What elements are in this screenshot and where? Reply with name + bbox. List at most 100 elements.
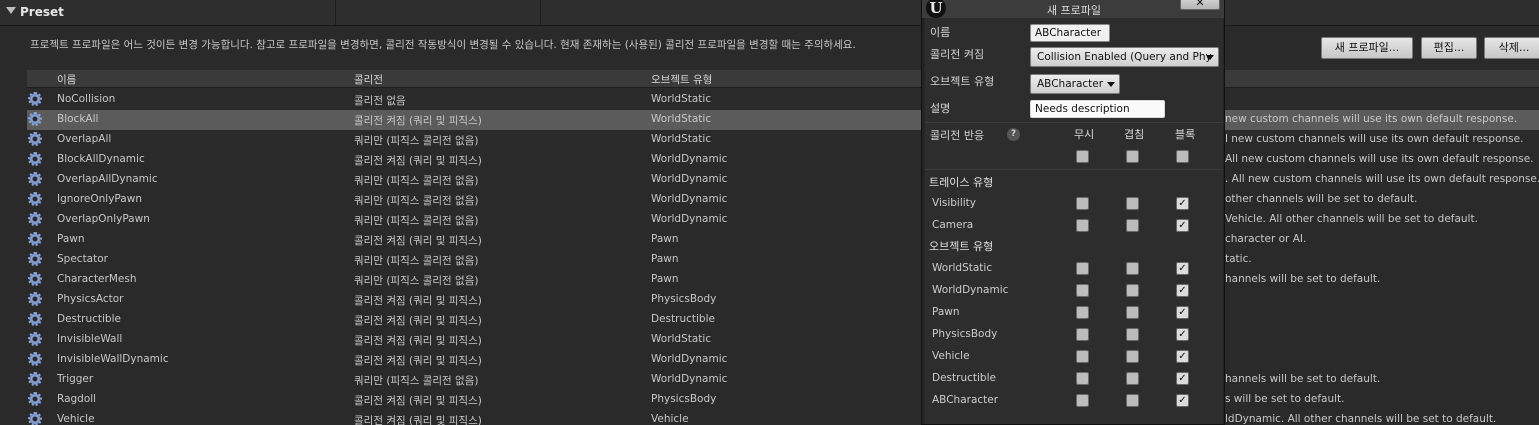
overlap-checkbox[interactable] bbox=[1126, 262, 1139, 275]
column-header-name[interactable]: 이름 bbox=[57, 72, 76, 87]
row-object-type: Destructible bbox=[651, 313, 715, 325]
block-checkbox[interactable]: ✓ bbox=[1176, 306, 1189, 319]
object-channel-label: Destructible bbox=[932, 372, 996, 384]
row-name: OverlapAllDynamic bbox=[57, 173, 158, 185]
overlap-checkbox[interactable] bbox=[1126, 328, 1139, 341]
description-field[interactable]: Needs description bbox=[1030, 100, 1165, 118]
master-response-checkbox[interactable] bbox=[1126, 150, 1139, 163]
row-collision: 콜리전 켜짐 (쿼리 및 피직스) bbox=[354, 115, 482, 127]
master-response-checkbox[interactable] bbox=[1176, 150, 1189, 163]
ignore-checkbox[interactable] bbox=[1076, 262, 1089, 275]
row-name: BlockAll bbox=[57, 113, 99, 125]
overlap-checkbox[interactable] bbox=[1126, 284, 1139, 297]
table-row[interactable]: Ragdoll 콜리전 켜짐 (쿼리 및 피직스) PhysicsBody s wil… bbox=[27, 390, 1539, 410]
table-row[interactable]: Spectator 쿼리만 (피직스 콜리전 없음) Pawn tatic. bbox=[27, 250, 1539, 270]
gear-icon bbox=[28, 92, 42, 106]
ignore-checkbox[interactable] bbox=[1076, 306, 1089, 319]
block-checkbox[interactable]: ✓ bbox=[1176, 219, 1189, 232]
row-collision: 콜리전 켜짐 (쿼리 및 피직스) bbox=[354, 335, 482, 347]
row-object-type: WorldStatic bbox=[651, 93, 712, 105]
edit-button[interactable]: 편집... bbox=[1421, 37, 1477, 59]
table-row[interactable]: OverlapOnlyPawn 쿼리만 (피직스 콜리전 없음) WorldDyna… bbox=[27, 210, 1539, 230]
overlap-checkbox[interactable] bbox=[1126, 197, 1139, 210]
ignore-checkbox[interactable] bbox=[1076, 350, 1089, 363]
chevron-down-icon bbox=[1107, 82, 1115, 87]
overlap-checkbox[interactable] bbox=[1126, 219, 1139, 232]
table-row[interactable]: BlockAll 콜리전 켜짐 (쿼리 및 피직스) WorldStatic new … bbox=[27, 110, 1539, 130]
table-row[interactable]: OverlapAll 쿼리만 (피직스 콜리전 없음) WorldStatic l n… bbox=[27, 130, 1539, 150]
row-collision: 쿼리만 (피직스 콜리전 없음) bbox=[354, 275, 479, 287]
dialog-titlebar[interactable]: U 새 프로파일 ✕ bbox=[922, 0, 1224, 18]
table-row[interactable]: Destructible 콜리전 켜짐 (쿼리 및 피직스) Destructibl… bbox=[27, 310, 1539, 330]
help-icon[interactable]: ? bbox=[1007, 128, 1020, 141]
table-row[interactable]: BlockAllDynamic 콜리전 켜짐 (쿼리 및 피직스) WorldDyn… bbox=[27, 150, 1539, 170]
object-type-dropdown[interactable]: ABCharacter bbox=[1030, 74, 1120, 94]
ignore-checkbox[interactable] bbox=[1076, 372, 1089, 385]
ignore-checkbox[interactable] bbox=[1076, 328, 1089, 341]
table-row[interactable]: InvisibleWallDynamic 콜리전 켜짐 (쿼리 및 피직스) Wor… bbox=[27, 350, 1539, 370]
table-row[interactable]: OverlapAllDynamic 쿼리만 (피직스 콜리전 없음) WorldDy… bbox=[27, 170, 1539, 190]
trace-channel-label: Camera bbox=[932, 219, 974, 231]
object-channel-label: Pawn bbox=[932, 306, 960, 318]
collision-enabled-dropdown[interactable]: Collision Enabled (Query and Phy bbox=[1030, 47, 1219, 67]
overlap-checkbox[interactable] bbox=[1126, 394, 1139, 407]
collision-response-label: 콜리전 반응 bbox=[930, 129, 985, 142]
row-name: BlockAllDynamic bbox=[57, 153, 145, 165]
block-checkbox[interactable]: ✓ bbox=[1176, 284, 1189, 297]
row-collision: 콜리전 없음 bbox=[354, 95, 406, 107]
ignore-checkbox[interactable] bbox=[1076, 219, 1089, 232]
overlap-checkbox[interactable] bbox=[1126, 350, 1139, 363]
ignore-checkbox[interactable] bbox=[1076, 284, 1089, 297]
object-channel-label: ABCharacter bbox=[932, 394, 999, 406]
block-checkbox[interactable]: ✓ bbox=[1176, 394, 1189, 407]
column-overlap: 겹침 bbox=[1124, 128, 1145, 141]
table-row[interactable]: IgnoreOnlyPawn 쿼리만 (피직스 콜리전 없음) WorldDynam… bbox=[27, 190, 1539, 210]
collapse-arrow-icon[interactable] bbox=[6, 7, 16, 14]
ignore-checkbox[interactable] bbox=[1076, 394, 1089, 407]
close-button[interactable]: ✕ bbox=[1180, 0, 1220, 10]
master-response-checkbox[interactable] bbox=[1076, 150, 1089, 163]
row-description: hannels will be set to default. bbox=[1225, 273, 1381, 285]
row-object-type: Vehicle bbox=[651, 413, 689, 425]
gear-icon bbox=[28, 272, 42, 286]
row-collision: 쿼리만 (피직스 콜리전 없음) bbox=[354, 255, 479, 267]
block-checkbox[interactable]: ✓ bbox=[1176, 372, 1189, 385]
row-description: other channels will be set to default. bbox=[1225, 193, 1418, 205]
table-row[interactable]: CharacterMesh 쿼리만 (피직스 콜리전 없음) Pawn hannels… bbox=[27, 270, 1539, 290]
delete-button[interactable]: 삭제... bbox=[1484, 37, 1539, 59]
row-name: OverlapAll bbox=[57, 133, 112, 145]
row-collision: 쿼리만 (피직스 콜리전 없음) bbox=[354, 135, 479, 147]
gear-icon bbox=[28, 212, 42, 226]
name-field[interactable]: ABCharacter bbox=[1030, 24, 1110, 42]
table-row[interactable]: PhysicsActor 콜리전 켜짐 (쿼리 및 피직스) PhysicsBody bbox=[27, 290, 1539, 310]
overlap-checkbox[interactable] bbox=[1126, 372, 1139, 385]
table-row[interactable]: Pawn 콜리전 켜짐 (쿼리 및 피직스) Pawn character or AI… bbox=[27, 230, 1539, 250]
gear-icon bbox=[28, 372, 42, 386]
row-object-type: WorldDynamic bbox=[651, 193, 728, 205]
gear-icon bbox=[28, 252, 42, 266]
block-checkbox[interactable]: ✓ bbox=[1176, 197, 1189, 210]
table-row[interactable]: InvisibleWall 콜리전 켜짐 (쿼리 및 피직스) WorldStati… bbox=[27, 330, 1539, 350]
row-collision: 쿼리만 (피직스 콜리전 없음) bbox=[354, 215, 479, 227]
dialog-body: 이름 ABCharacter 콜리전 켜짐 Collision Enabled … bbox=[925, 18, 1223, 424]
row-collision: 콜리전 켜짐 (쿼리 및 피직스) bbox=[354, 315, 482, 327]
table-row[interactable]: Vehicle 콜리전 켜짐 (쿼리 및 피직스) Vehicle ldDynamic… bbox=[27, 410, 1539, 425]
block-checkbox[interactable]: ✓ bbox=[1176, 350, 1189, 363]
column-header-collision[interactable]: 콜리전 bbox=[354, 72, 383, 87]
block-checkbox[interactable]: ✓ bbox=[1176, 262, 1189, 275]
object-channel-label: WorldDynamic bbox=[932, 284, 1009, 296]
gear-icon bbox=[28, 232, 42, 246]
preset-description: 프로젝트 프로파일은 어느 것이든 변경 가능합니다. 참고로 프로파일을 변경… bbox=[30, 39, 856, 51]
object-channel-label: PhysicsBody bbox=[932, 328, 998, 340]
object-type-value: ABCharacter bbox=[1037, 78, 1104, 90]
row-name: Pawn bbox=[57, 233, 85, 245]
ignore-checkbox[interactable] bbox=[1076, 197, 1089, 210]
overlap-checkbox[interactable] bbox=[1126, 306, 1139, 319]
row-description: ldDynamic. All other channels will be se… bbox=[1225, 413, 1497, 425]
table-row[interactable]: Trigger 쿼리만 (피직스 콜리전 없음) WorldDynamic hanne… bbox=[27, 370, 1539, 390]
preset-section-header[interactable]: Preset bbox=[0, 0, 1539, 26]
new-profile-button[interactable]: 새 프로파일... bbox=[1321, 37, 1413, 59]
table-row[interactable]: NoCollision 콜리전 없음 WorldStatic bbox=[27, 90, 1539, 110]
block-checkbox[interactable]: ✓ bbox=[1176, 328, 1189, 341]
column-header-object-type[interactable]: 오브젝트 유형 bbox=[651, 72, 712, 87]
